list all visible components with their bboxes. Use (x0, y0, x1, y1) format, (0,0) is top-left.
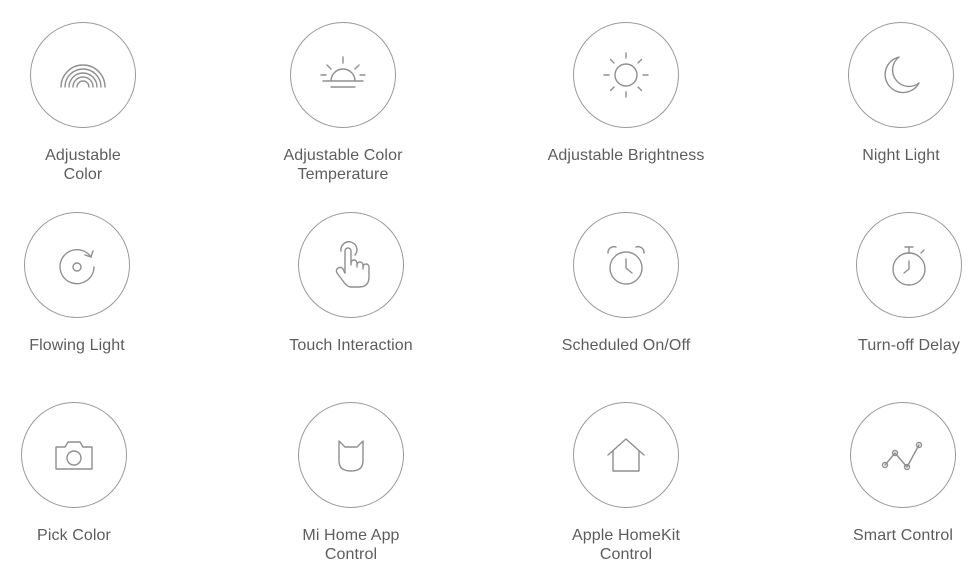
sun-icon (603, 52, 649, 98)
feature-label: Smart Control (793, 526, 972, 545)
feature-icon-circle (290, 22, 396, 128)
feature-icon-circle (21, 402, 127, 508)
feature-label-line: Color (63, 166, 103, 183)
homekit-house-icon (607, 438, 645, 472)
feature-label: Adjustable Color Temperature (233, 146, 453, 184)
feature-label: Flowing Light (0, 336, 187, 355)
feature-icon-circle (30, 22, 136, 128)
camera-icon (55, 441, 93, 470)
rainbow-icon (60, 64, 106, 88)
feature-label-line: Adjustable (45, 147, 121, 164)
feature-label-line: Control (599, 546, 653, 563)
feature-icon-circle (24, 212, 130, 318)
feature-icon-circle (573, 402, 679, 508)
feature-label: Night Light (791, 146, 972, 165)
moon-icon (884, 56, 920, 94)
feature-label-line: Flowing Light (29, 337, 125, 354)
feature-icon-circle (298, 212, 404, 318)
feature-label: Turn-off Delay (799, 336, 972, 355)
feature-grid: Adjustable Color Adjustable Color Temper… (0, 0, 972, 567)
feature-label: Scheduled On/Off (516, 336, 736, 355)
feature-label-line: Turn-off Delay (858, 337, 960, 354)
feature-label: Mi Home App Control (241, 526, 461, 564)
sunrise-icon (320, 56, 366, 88)
feature-label-line: Temperature (297, 166, 389, 183)
feature-label: Touch Interaction (241, 336, 461, 355)
alarm-clock-icon (607, 245, 645, 285)
feature-label-line: Mi Home App (302, 527, 400, 544)
feature-label-line: Adjustable Color (283, 147, 403, 164)
feature-label-line: Adjustable Brightness (547, 147, 705, 164)
feature-label-line: Apple HomeKit (571, 527, 681, 544)
feature-icon-circle (298, 402, 404, 508)
feature-label: Adjustable Color (0, 146, 193, 184)
mi-home-icon (338, 440, 364, 472)
feature-icon-circle (848, 22, 954, 128)
feature-label-line: Touch Interaction (289, 337, 413, 354)
feature-icon-circle (573, 22, 679, 128)
feature-label-line: Night Light (862, 147, 940, 164)
feature-label: Apple HomeKit Control (516, 526, 736, 564)
stopwatch-icon (892, 246, 926, 286)
feature-label-line: Pick Color (37, 527, 111, 544)
feature-label: Adjustable Brightness (516, 146, 736, 165)
feature-label: Pick Color (0, 526, 184, 545)
feature-icon-circle (856, 212, 962, 318)
feature-icon-circle (573, 212, 679, 318)
feature-label-line: Scheduled On/Off (561, 337, 691, 354)
feature-icon-circle (850, 402, 956, 508)
feature-label-line: Control (324, 546, 378, 563)
smart-control-icon (881, 441, 923, 471)
touch-hand-icon (335, 241, 370, 288)
refresh-icon (59, 248, 95, 285)
feature-label-line: Smart Control (853, 527, 953, 544)
